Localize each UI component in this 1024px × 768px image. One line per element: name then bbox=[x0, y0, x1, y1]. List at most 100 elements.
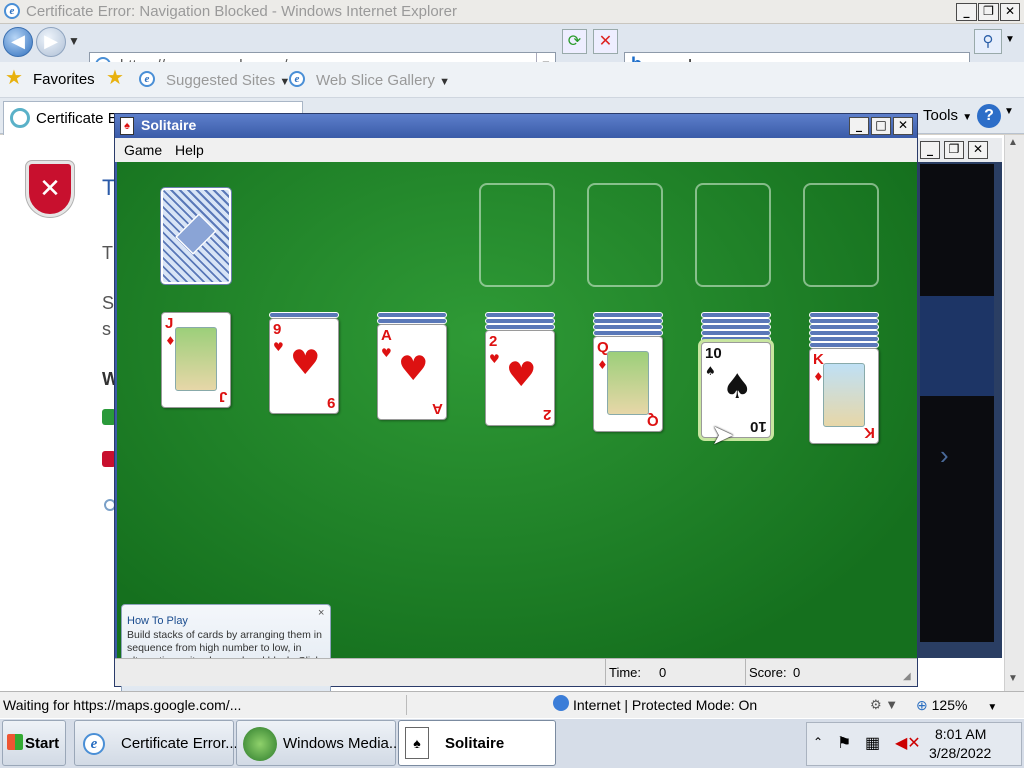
help-chevron-icon[interactable]: ▼ bbox=[1004, 106, 1014, 117]
recent-pages-chevron-icon[interactable]: ▼ bbox=[68, 34, 80, 48]
solitaire-menu-bar: Game Help bbox=[115, 138, 917, 162]
card-suit-icon: ♠ bbox=[705, 364, 716, 378]
ie-minimize-button[interactable]: _ bbox=[956, 3, 977, 21]
zone-text: Internet | Protected Mode: On bbox=[573, 697, 758, 713]
card-rank-inverted: K bbox=[864, 424, 875, 441]
volume-muted-icon[interactable]: ◀✕ bbox=[895, 733, 921, 753]
card-rank-inverted: A bbox=[432, 400, 443, 417]
card-rank: J bbox=[165, 315, 174, 332]
card-rank-inverted: 2 bbox=[542, 406, 551, 423]
card-rank: 10 bbox=[705, 345, 722, 362]
solitaire-maximize-button[interactable]: □ bbox=[871, 117, 891, 135]
favorites-bar: ★ Favorites ★ e Suggested Sites ▼ e Web … bbox=[0, 62, 1024, 98]
card-rank-inverted: 10 bbox=[750, 418, 767, 435]
search-icon[interactable]: ⚲ bbox=[974, 29, 1002, 54]
ie-restore-button[interactable]: ❐ bbox=[978, 3, 999, 21]
ie-scrollbar[interactable]: ▲ ▼ bbox=[1004, 135, 1024, 691]
card-rank-inverted: Q bbox=[647, 412, 659, 429]
ie-window-title: Certificate Error: Navigation Blocked - … bbox=[26, 3, 458, 20]
card-center-suit-icon: ♥ bbox=[290, 343, 321, 383]
time-value: 0 bbox=[659, 665, 667, 680]
card-rank: A bbox=[381, 327, 392, 344]
favorites-button[interactable]: Favorites bbox=[33, 71, 95, 88]
stop-icon[interactable]: ✕ bbox=[593, 29, 618, 54]
background-window-content: › bbox=[920, 164, 994, 642]
page-status-icon[interactable]: ⚙ ▼ bbox=[870, 697, 898, 713]
resize-grip-icon[interactable]: ◢ bbox=[903, 671, 911, 682]
menu-game[interactable]: Game bbox=[124, 142, 162, 158]
suggested-sites-link[interactable]: Suggested Sites ▼ bbox=[166, 72, 290, 89]
card-rank-inverted: J bbox=[218, 388, 227, 405]
page-text-fragment-3: s bbox=[102, 319, 111, 339]
help-icon[interactable]: ? bbox=[977, 104, 1001, 128]
score-label: Score: bbox=[749, 665, 787, 680]
back-arrow-icon[interactable]: ◀ bbox=[3, 27, 33, 57]
ie-close-button[interactable]: ✕ bbox=[1000, 3, 1020, 21]
foundation-slot-3[interactable] bbox=[695, 183, 771, 287]
tooltip-close-button[interactable]: × bbox=[318, 607, 324, 619]
tools-menu[interactable]: Tools ▼ bbox=[923, 107, 972, 124]
card-rank: 9 bbox=[273, 321, 282, 338]
solitaire-close-button[interactable]: ✕ bbox=[893, 117, 913, 135]
solitaire-taskbar-icon: ♠ bbox=[405, 727, 429, 759]
tableau-card-3[interactable]: A ♥ A ♥ bbox=[377, 324, 447, 420]
loading-spinner-icon bbox=[10, 108, 30, 128]
search-options-chevron-icon[interactable]: ▼ bbox=[1005, 34, 1015, 45]
scroll-up-icon[interactable]: ▲ bbox=[1008, 137, 1018, 148]
bg-minimize-button[interactable]: _ bbox=[920, 141, 940, 159]
card-suit-icon: ♥ bbox=[381, 346, 392, 360]
taskbar-item-ie[interactable]: e Certificate Error... bbox=[74, 720, 238, 766]
tableau-card-2[interactable]: 9 ♥ 9 ♥ bbox=[269, 318, 339, 414]
tableau-card-5[interactable]: Q ♦ Q bbox=[593, 336, 663, 432]
card-center-suit-icon: ♥ bbox=[506, 355, 537, 395]
ie-navigation-bar: ◀ ▶ ▼ e https://maps.google.com/ ▼ ⟳ ✕ b… bbox=[0, 24, 1024, 79]
card-rank-inverted: 9 bbox=[326, 394, 335, 411]
solitaire-title-bar: ♠ Solitaire _ □ ✕ bbox=[115, 114, 917, 138]
action-center-flag-icon[interactable]: ⚑ bbox=[837, 733, 851, 753]
page-text-fragment-2: S bbox=[102, 293, 115, 313]
start-label: Start bbox=[25, 735, 60, 752]
card-back-diamond-pattern bbox=[175, 213, 217, 255]
foundation-slot-1[interactable] bbox=[479, 183, 555, 287]
scroll-down-icon[interactable]: ▼ bbox=[1008, 673, 1018, 684]
windows-logo-icon bbox=[7, 734, 23, 750]
foundation-slot-4[interactable] bbox=[803, 183, 879, 287]
tableau-card-4[interactable]: 2 ♥ 2 ♥ bbox=[485, 330, 555, 426]
page-text-fragment-1: T bbox=[102, 243, 113, 263]
zoom-level[interactable]: ⊕ 125% ▼ bbox=[916, 697, 997, 714]
web-slice-gallery-link[interactable]: Web Slice Gallery ▼ bbox=[316, 72, 450, 89]
security-shield-icon: ✕ bbox=[26, 161, 74, 217]
ie-status-bar: Waiting for https://maps.google.com/... … bbox=[0, 691, 1024, 718]
clock-time[interactable]: 8:01 AM bbox=[935, 726, 986, 742]
background-image-strip bbox=[920, 296, 994, 396]
solitaire-minimize-button[interactable]: _ bbox=[849, 117, 869, 135]
time-label: Time: bbox=[609, 665, 642, 680]
solitaire-app-icon: ♠ bbox=[120, 117, 134, 135]
card-rank: 2 bbox=[489, 333, 498, 350]
bg-restore-button[interactable]: ❐ bbox=[944, 141, 964, 159]
bg-close-button[interactable]: ✕ bbox=[968, 141, 988, 159]
favorites-star-icon[interactable]: ★ bbox=[5, 68, 23, 88]
stock-pile[interactable] bbox=[161, 188, 231, 284]
taskbar-item-solitaire[interactable]: ♠ Solitaire bbox=[398, 720, 556, 766]
menu-help[interactable]: Help bbox=[175, 142, 204, 158]
taskbar-item-media[interactable]: Windows Media... bbox=[236, 720, 401, 766]
forward-arrow-icon[interactable]: ▶ bbox=[36, 27, 66, 57]
taskbar-item-label: Certificate Error... bbox=[121, 735, 238, 752]
game-board: J ♦ J 9 ♥ 9 ♥ A ♥ A ♥ 2 ♥ 2 ♥ Q ♦ Q 10 ♠ 10 ♠ K ♦ K ➤ How To Pla… bbox=[117, 162, 917, 698]
tray-expand-icon[interactable]: ⌃ bbox=[813, 735, 823, 749]
ie-logo-icon: e bbox=[4, 3, 20, 19]
network-icon[interactable]: ▦ bbox=[865, 733, 880, 753]
foundation-slot-2[interactable] bbox=[587, 183, 663, 287]
refresh-icon[interactable]: ⟳ bbox=[562, 29, 587, 54]
status-text: Waiting for https://maps.google.com/... bbox=[3, 697, 242, 713]
add-favorites-icon[interactable]: ★ bbox=[106, 68, 124, 88]
start-button[interactable]: Start bbox=[2, 720, 66, 766]
tableau-card-7[interactable]: K ♦ K bbox=[809, 348, 879, 444]
card-suit-icon: ♥ bbox=[489, 352, 500, 366]
next-arrow-icon[interactable]: › bbox=[940, 440, 949, 471]
windows-media-icon bbox=[243, 727, 277, 761]
tableau-card-1[interactable]: J ♦ J bbox=[161, 312, 231, 408]
face-card-artwork bbox=[175, 327, 217, 391]
clock-date[interactable]: 3/28/2022 bbox=[929, 745, 991, 761]
